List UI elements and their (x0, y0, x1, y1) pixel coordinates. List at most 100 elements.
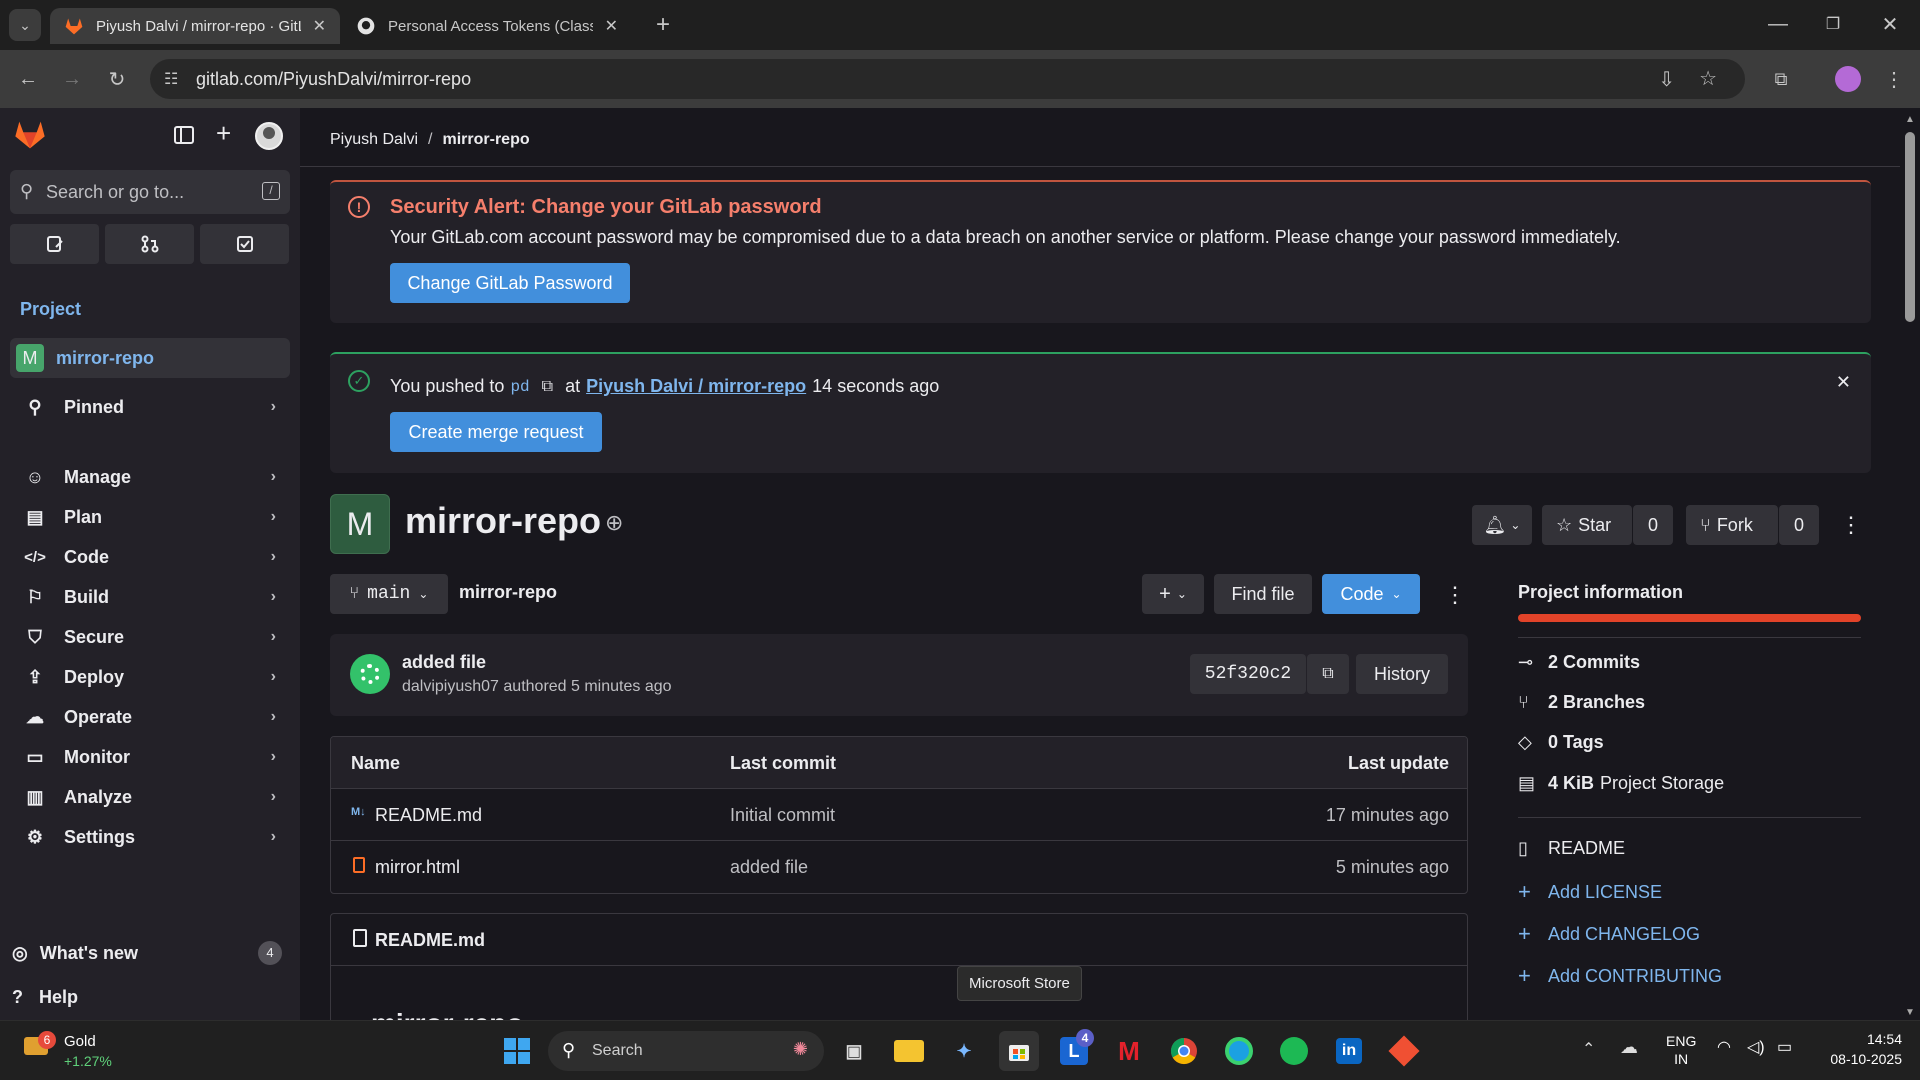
sidebar-item-settings[interactable]: ⚙ Settings › (10, 818, 290, 856)
extensions-icon[interactable]: ⧉ (1765, 63, 1797, 95)
gitlab-logo[interactable] (14, 120, 46, 150)
breadcrumb-parent[interactable]: Piyush Dalvi (330, 131, 418, 149)
commits-link[interactable]: ⊸ 2 Commits (1518, 652, 1640, 673)
volume-icon[interactable]: ◁) (1747, 1037, 1765, 1057)
windows-start-icon[interactable] (497, 1031, 537, 1071)
toggle-sidebar-icon[interactable] (174, 126, 194, 144)
table-row[interactable]: mirror.html added file 5 minutes ago (331, 841, 1467, 893)
outlook-icon[interactable]: L 4 (1054, 1029, 1094, 1071)
commit-link[interactable]: Initial commit (730, 805, 835, 826)
file-name-link[interactable]: README.md (375, 805, 482, 826)
address-bar[interactable]: ☷ gitlab.com/PiyushDalvi/mirror-repo ⇩ ☆ (150, 59, 1745, 99)
fork-button[interactable]: ⑂ Fork (1686, 505, 1778, 545)
notification-button[interactable]: 🔔︎ ⌄ (1472, 505, 1532, 545)
taskbar-search-box[interactable]: ⚲ Search ✺ (548, 1031, 824, 1071)
branch-selector[interactable]: ⑂ main ⌄ (330, 574, 448, 614)
profile-avatar[interactable] (1832, 63, 1864, 95)
add-file-dropdown[interactable]: + ⌄ (1142, 574, 1204, 614)
sidebar-item-pinned[interactable]: ⚲ Pinned › (10, 388, 290, 426)
close-icon[interactable]: ✕ (313, 16, 326, 36)
sidebar-item-secure[interactable]: ⛉ Secure › (10, 618, 290, 656)
create-merge-request-button[interactable]: Create merge request (390, 412, 602, 452)
linkedin-icon[interactable]: in (1329, 1031, 1369, 1071)
clock[interactable]: 14:54 08-10-2025 (1812, 1031, 1902, 1067)
issues-shortcut-button[interactable] (10, 224, 99, 264)
tab-search-icon[interactable]: ⌄ (9, 9, 41, 41)
scrollbar[interactable]: ▲ ▼ (1900, 108, 1920, 1020)
create-new-icon[interactable]: + (216, 118, 231, 149)
language-indicator[interactable]: ENG IN (1666, 1033, 1696, 1067)
help-link[interactable]: ? Help (12, 982, 78, 1012)
repo-path[interactable]: mirror-repo (459, 582, 557, 603)
change-password-button[interactable]: Change GitLab Password (390, 263, 630, 303)
battery-icon[interactable]: ▭ (1777, 1037, 1792, 1057)
forward-icon[interactable]: → (56, 63, 88, 95)
copy-icon[interactable]: ⧉ (542, 378, 553, 396)
restore-button[interactable]: ❐ (1817, 8, 1849, 40)
microsoft-store-icon[interactable] (999, 1031, 1039, 1071)
mcafee-icon[interactable]: M (1109, 1031, 1149, 1071)
site-info-icon[interactable]: ☷ (164, 69, 178, 89)
branch-name[interactable]: pd (510, 378, 529, 396)
todos-shortcut-button[interactable] (200, 224, 289, 264)
project-link[interactable]: Piyush Dalvi / mirror-repo (586, 376, 806, 397)
dismiss-close-icon[interactable]: ✕ (1836, 372, 1851, 393)
chrome-icon[interactable] (1164, 1031, 1204, 1071)
show-hidden-icons[interactable]: ⌃ (1582, 1039, 1595, 1059)
sidebar-item-manage[interactable]: ☺ Manage › (10, 458, 290, 496)
readme-link[interactable]: ▯ README (1518, 838, 1625, 859)
branches-link[interactable]: ⑂ 2 Branches (1518, 692, 1645, 713)
sidebar-item-code[interactable]: </> Code › (10, 538, 290, 576)
scrollbar-thumb[interactable] (1905, 132, 1915, 322)
task-view-icon[interactable]: ▣ (834, 1031, 874, 1071)
close-icon[interactable]: ✕ (605, 16, 618, 36)
code-dropdown-button[interactable]: Code ⌄ (1322, 574, 1420, 614)
tags-link[interactable]: ◇ 0 Tags (1518, 732, 1604, 753)
minimize-button[interactable]: — (1762, 8, 1794, 40)
sidebar-item-deploy[interactable]: ⇪ Deploy › (10, 658, 290, 696)
git-app-icon[interactable] (1384, 1031, 1424, 1071)
sidebar-item-monitor[interactable]: ▭ Monitor › (10, 738, 290, 776)
star-count[interactable]: 0 (1633, 505, 1673, 545)
onedrive-icon[interactable]: ☁ (1620, 1037, 1638, 1058)
fork-count[interactable]: 0 (1779, 505, 1819, 545)
sidebar-item-analyze[interactable]: ▥ Analyze › (10, 778, 290, 816)
commit-link[interactable]: added file (730, 857, 808, 878)
window-close-button[interactable]: ✕ (1874, 8, 1906, 40)
commit-sha[interactable]: 52f320c2 (1190, 654, 1306, 694)
chrome-menu-icon[interactable]: ⋮ (1878, 63, 1910, 95)
file-explorer-icon[interactable] (889, 1031, 929, 1071)
sidebar-item-plan[interactable]: ▤ Plan › (10, 498, 290, 536)
copilot-icon[interactable]: ✦ (944, 1031, 984, 1071)
edge-icon[interactable] (1219, 1031, 1259, 1071)
back-icon[interactable]: ← (12, 63, 44, 95)
add-changelog-link[interactable]: + Add CHANGELOG (1518, 921, 1700, 947)
file-name-link[interactable]: mirror.html (375, 857, 460, 878)
sidebar-item-project[interactable]: M mirror-repo (10, 338, 290, 378)
wifi-icon[interactable]: ◠ (1717, 1037, 1731, 1057)
install-app-icon[interactable]: ⇩ (1658, 67, 1675, 92)
tab-gitlab[interactable]: Piyush Dalvi / mirror-repo · GitLab ✕ (50, 8, 340, 44)
weather-widget[interactable]: 6 Gold +1.27% (20, 1029, 130, 1073)
sidebar-item-build[interactable]: ⚐ Build › (10, 578, 290, 616)
repo-more-icon[interactable]: ⋮ (1444, 582, 1466, 608)
commit-message[interactable]: added file (402, 652, 486, 673)
merge-requests-shortcut-button[interactable] (105, 224, 194, 264)
table-row[interactable]: M↓ README.md Initial commit 17 minutes a… (331, 789, 1467, 841)
tab-github[interactable]: Personal Access Tokens (Classic) ✕ (342, 8, 632, 44)
sidebar-item-operate[interactable]: ☁ Operate › (10, 698, 290, 736)
find-file-button[interactable]: Find file (1214, 574, 1312, 614)
more-actions-icon[interactable]: ⋮ (1840, 512, 1862, 538)
new-tab-button[interactable]: + (647, 9, 679, 41)
add-contributing-link[interactable]: + Add CONTRIBUTING (1518, 963, 1722, 989)
reload-icon[interactable]: ↻ (101, 63, 133, 95)
storage-link[interactable]: ▤ 4 KiB Project Storage (1518, 773, 1724, 794)
whats-new-link[interactable]: ◎ What's new 4 (12, 938, 282, 968)
bookmark-star-icon[interactable]: ☆ (1699, 66, 1717, 91)
spotify-icon[interactable] (1274, 1031, 1314, 1071)
copy-sha-button[interactable]: ⧉ (1307, 654, 1349, 694)
history-button[interactable]: History (1356, 654, 1448, 694)
search-input[interactable]: ⚲ Search or go to... / (10, 170, 290, 214)
add-license-link[interactable]: + Add LICENSE (1518, 879, 1662, 905)
star-button[interactable]: ☆ Star (1542, 505, 1632, 545)
